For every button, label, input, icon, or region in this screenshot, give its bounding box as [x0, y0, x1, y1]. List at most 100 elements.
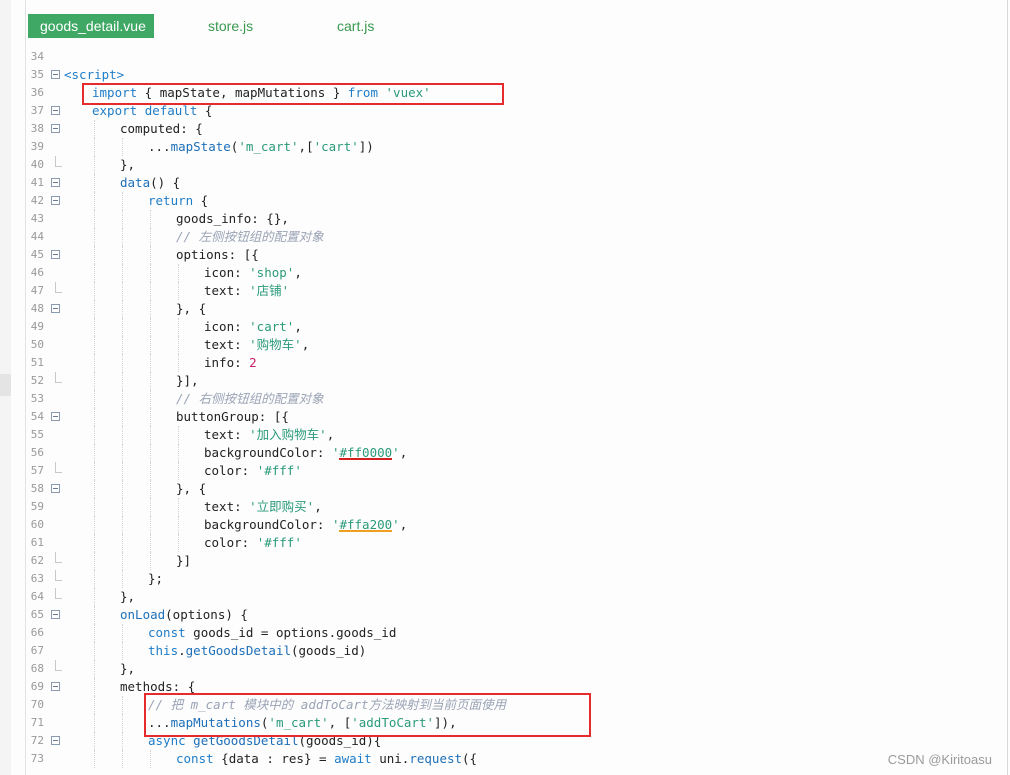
- indent-guide: [94, 498, 95, 516]
- indent-guide: [150, 372, 151, 390]
- indent-guide: [150, 354, 151, 372]
- fold-toggle-icon[interactable]: [51, 250, 60, 259]
- line-number: 46: [30, 266, 44, 279]
- fold-end-marker: [55, 462, 62, 473]
- watermark: CSDN @Kiritoasu: [887, 752, 992, 767]
- line-number: 34: [30, 50, 44, 63]
- indent-guide: [94, 390, 95, 408]
- code-line[interactable]: 48}, {: [0, 300, 1010, 318]
- indent-guide: [122, 372, 123, 390]
- code-line[interactable]: 57 color: '#fff': [0, 462, 1010, 480]
- code-line[interactable]: 49 icon: 'cart',: [0, 318, 1010, 336]
- code-line[interactable]: 38 computed: {: [0, 120, 1010, 138]
- code-text: },: [120, 588, 135, 606]
- code-text: return {: [148, 192, 208, 210]
- code-line[interactable]: 51 info: 2: [0, 354, 1010, 372]
- code-token: backgroundColor:: [204, 517, 332, 532]
- code-line[interactable]: 50 text: '购物车',: [0, 336, 1010, 354]
- code-token: ,: [399, 445, 408, 460]
- code-line[interactable]: 66 const goods_id = options.goods_id: [0, 624, 1010, 642]
- code-text: buttonGroup: [{: [176, 408, 289, 426]
- code-token: uni.: [371, 751, 410, 766]
- fold-toggle-icon[interactable]: [51, 106, 60, 115]
- code-token: ': [392, 445, 400, 460]
- indent-guide: [150, 408, 151, 426]
- code-token: '加入购物车': [249, 427, 327, 442]
- indent-guide: [94, 138, 95, 156]
- fold-toggle-icon[interactable]: [51, 412, 60, 421]
- line-number: 35: [30, 68, 44, 81]
- indent-guide: [122, 192, 123, 210]
- line-number: 56: [30, 446, 44, 459]
- code-line[interactable]: 53 // 右侧按钮组的配置对象: [0, 390, 1010, 408]
- tab-cart-js[interactable]: cart.js: [337, 14, 374, 38]
- fold-toggle-icon[interactable]: [51, 484, 60, 493]
- indent-guide: [94, 516, 95, 534]
- tab-store-js[interactable]: store.js: [208, 14, 253, 38]
- code-text: info: 2: [204, 354, 257, 372]
- code-line[interactable]: 42 return {: [0, 192, 1010, 210]
- fold-toggle-icon[interactable]: [51, 610, 60, 619]
- code-line[interactable]: 58}, {: [0, 480, 1010, 498]
- code-line[interactable]: 35 <script>: [0, 66, 1010, 84]
- code-line[interactable]: 40},: [0, 156, 1010, 174]
- line-number: 48: [30, 302, 44, 315]
- code-line[interactable]: 44 // 左侧按钮组的配置对象: [0, 228, 1010, 246]
- code-line[interactable]: 60 backgroundColor: '#ffa200 ',: [0, 516, 1010, 534]
- line-number: 72: [30, 734, 44, 747]
- code-line[interactable]: 73 const {data : res} = await uni.request…: [0, 750, 1010, 768]
- line-number: 70: [30, 698, 44, 711]
- indent-guide: [178, 462, 179, 480]
- code-line[interactable]: 67 this.getGoodsDetail(goods_id): [0, 642, 1010, 660]
- code-token: ,: [399, 517, 408, 532]
- fold-toggle-icon[interactable]: [51, 196, 60, 205]
- fold-toggle-icon[interactable]: [51, 304, 60, 313]
- code-line[interactable]: 52}],: [0, 372, 1010, 390]
- indent-guide: [122, 516, 123, 534]
- code-line[interactable]: 46 icon: 'shop',: [0, 264, 1010, 282]
- line-number: 55: [30, 428, 44, 441]
- code-line[interactable]: 45 options: [{: [0, 246, 1010, 264]
- indent-guide: [122, 138, 123, 156]
- code-line[interactable]: 61 color: '#fff': [0, 534, 1010, 552]
- fold-toggle-icon[interactable]: [51, 682, 60, 691]
- code-token: {data : res} =: [213, 751, 335, 766]
- indent-guide: [122, 282, 123, 300]
- indent-guide: [94, 696, 95, 714]
- indent-guide: [178, 354, 179, 372]
- code-line[interactable]: 41 data() {: [0, 174, 1010, 192]
- code-line[interactable]: 56 backgroundColor: '#ff0000 ',: [0, 444, 1010, 462]
- code-line[interactable]: 68},: [0, 660, 1010, 678]
- code-line[interactable]: 34: [0, 48, 1010, 66]
- code-line[interactable]: 55 text: '加入购物车',: [0, 426, 1010, 444]
- indent-guide: [150, 426, 151, 444]
- indent-guide: [122, 462, 123, 480]
- code-line[interactable]: 39 ...mapState('m_cart',['cart']): [0, 138, 1010, 156]
- indent-guide: [94, 408, 95, 426]
- code-text: color: '#fff': [204, 462, 302, 480]
- code-token: getGoodsDetail: [185, 643, 291, 658]
- code-text: icon: 'shop',: [204, 264, 302, 282]
- code-line[interactable]: 43 goods_info: {},: [0, 210, 1010, 228]
- fold-toggle-icon[interactable]: [51, 736, 60, 745]
- code-line[interactable]: 62}]: [0, 552, 1010, 570]
- code-text: }, {: [176, 480, 206, 498]
- line-number: 53: [30, 392, 44, 405]
- fold-toggle-icon[interactable]: [51, 178, 60, 187]
- indent-guide: [122, 300, 123, 318]
- code-line[interactable]: 54 buttonGroup: [{: [0, 408, 1010, 426]
- code-token: computed: {: [120, 121, 203, 136]
- fold-toggle-icon[interactable]: [51, 124, 60, 133]
- indent-guide: [94, 228, 95, 246]
- code-line[interactable]: 63};: [0, 570, 1010, 588]
- code-token: ': [392, 517, 400, 532]
- code-token: color:: [204, 463, 257, 478]
- code-line[interactable]: 47 text: '店铺': [0, 282, 1010, 300]
- code-line[interactable]: 59 text: '立即购买',: [0, 498, 1010, 516]
- code-line[interactable]: 64},: [0, 588, 1010, 606]
- tab-goods-detail-vue[interactable]: goods_detail.vue: [28, 14, 154, 38]
- indent-guide: [178, 282, 179, 300]
- code-line[interactable]: 65 onLoad(options) {: [0, 606, 1010, 624]
- fold-toggle-icon[interactable]: [51, 70, 60, 79]
- indent-guide: [122, 408, 123, 426]
